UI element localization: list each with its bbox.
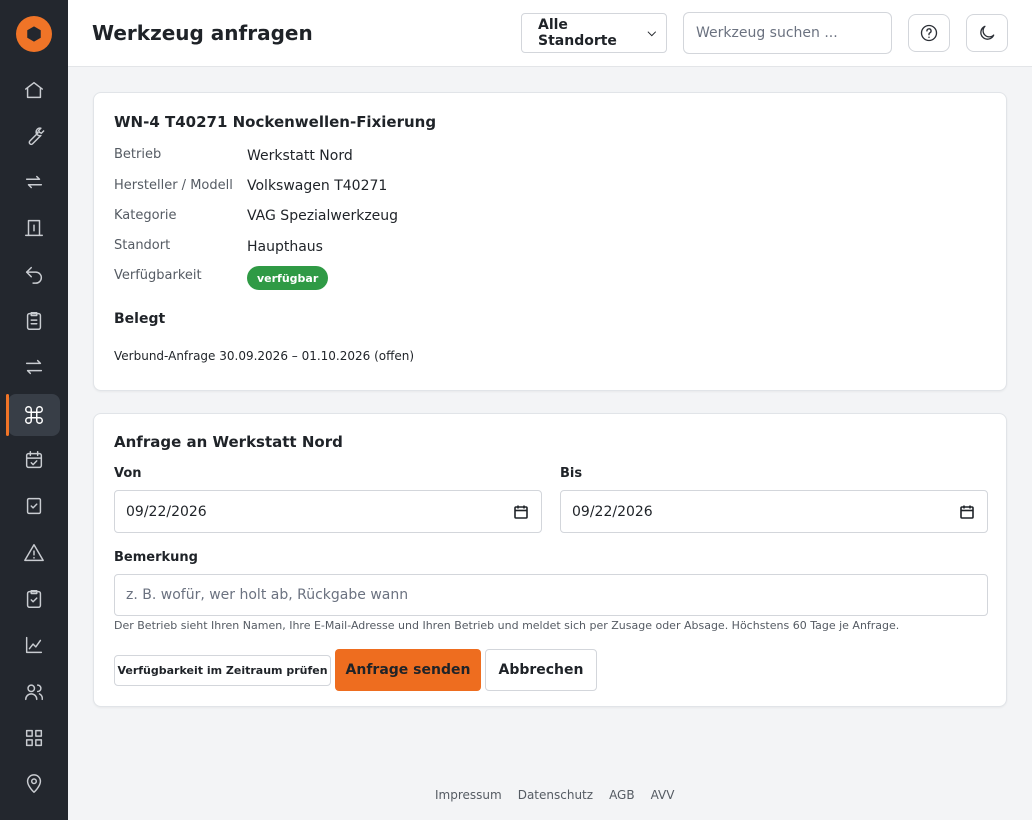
availability-badge: verfügbar [247, 266, 329, 290]
remark-input[interactable] [114, 574, 988, 616]
footer-link-datenschutz[interactable]: Datenschutz [518, 788, 593, 802]
sidebar-item-apps[interactable] [8, 717, 60, 759]
detail-label-manufacturer: Hersteller / Modell [114, 178, 233, 193]
page-title: Werkzeug anfragen [92, 21, 313, 45]
sidebar [0, 0, 68, 820]
from-label: Von [114, 466, 142, 481]
footer-link-agb[interactable]: AGB [609, 788, 635, 802]
to-date-input[interactable]: 09/22/2026 [560, 490, 988, 533]
sidebar-item-locations[interactable] [8, 763, 60, 805]
detail-label-location: Standort [114, 238, 171, 253]
tool-details-card: WN-4 T40271 Nockenwellen-Fixierung Betri… [93, 92, 1007, 391]
location-pin-icon [26, 774, 42, 793]
dark-mode-toggle[interactable] [966, 14, 1008, 52]
sidebar-item-checkout[interactable] [8, 207, 60, 249]
grid-icon [25, 729, 43, 747]
sidebar-item-transfer[interactable] [8, 346, 60, 388]
help-icon [920, 24, 938, 42]
help-button[interactable] [908, 14, 950, 52]
home-icon [25, 81, 43, 99]
sidebar-item-list[interactable] [8, 300, 60, 342]
sidebar-item-network[interactable] [6, 394, 60, 436]
users-icon [25, 684, 43, 701]
sidebar-item-calendar[interactable] [8, 439, 60, 481]
app-logo[interactable] [16, 16, 52, 52]
check-availability-button[interactable]: Verfügbarkeit im Zeitraum prüfen [114, 655, 331, 686]
checkout-icon [25, 219, 43, 237]
from-date-input[interactable]: 09/22/2026 [114, 490, 542, 533]
tool-title: WN-4 T40271 Nockenwellen-Fixierung [114, 113, 437, 131]
sidebar-item-swap[interactable] [8, 161, 60, 203]
footer-link-avv[interactable]: AVV [651, 788, 675, 802]
booking-entry: Verbund-Anfrage 30.09.2026 – 01.10.2026 … [114, 349, 415, 363]
location-select-value: Alle Standorte [538, 17, 617, 49]
detail-value-manufacturer: Volkswagen T40271 [247, 178, 388, 194]
command-icon [25, 406, 43, 424]
sidebar-item-tools[interactable] [8, 115, 60, 157]
chevron-down-icon: ⌵ [647, 26, 656, 39]
privacy-hint: Der Betrieb sieht Ihren Namen, Ihre E-Ma… [114, 619, 900, 632]
send-request-button[interactable]: Anfrage senden [335, 649, 481, 691]
warning-icon [24, 544, 44, 562]
detail-label-betrieb: Betrieb [114, 147, 162, 162]
footer: Impressum Datenschutz AGB AVV [435, 788, 674, 802]
request-title: Anfrage an Werkstatt Nord [114, 433, 343, 451]
cancel-button[interactable]: Abbrechen [485, 649, 597, 691]
search-input[interactable] [683, 12, 892, 54]
detail-value-location: Haupthaus [247, 239, 323, 255]
detail-label-category: Kategorie [114, 208, 177, 223]
request-form-card: Anfrage an Werkstatt Nord Von 09/22/2026… [93, 413, 1007, 707]
hexagon-logo-icon [27, 26, 41, 42]
checkbox-icon [26, 497, 42, 515]
remark-label: Bemerkung [114, 550, 198, 565]
transfer-icon [25, 359, 43, 375]
clipboard-list-icon [26, 312, 42, 330]
sidebar-item-tasks[interactable] [8, 485, 60, 527]
from-date-value: 09/22/2026 [126, 503, 207, 520]
to-date-value: 09/22/2026 [572, 503, 653, 520]
calendar-icon [514, 505, 528, 519]
moon-icon [980, 25, 995, 40]
swap-icon [25, 175, 43, 189]
footer-link-impressum[interactable]: Impressum [435, 788, 502, 802]
calendar-icon [960, 505, 974, 519]
calendar-check-icon [25, 451, 43, 469]
sidebar-item-users[interactable] [8, 671, 60, 713]
sidebar-item-checklist[interactable] [8, 578, 60, 620]
top-bar: Werkzeug anfragen Alle Standorte ⌵ [68, 0, 1032, 67]
location-select[interactable]: Alle Standorte ⌵ [521, 13, 667, 53]
detail-value-betrieb: Werkstatt Nord [247, 148, 353, 164]
sidebar-item-return[interactable] [8, 253, 60, 295]
clipboard-check-icon [26, 590, 42, 608]
to-label: Bis [560, 466, 583, 481]
booked-section-title: Belegt [114, 311, 166, 327]
detail-label-availability: Verfügbarkeit [114, 268, 202, 283]
chart-icon [25, 636, 43, 654]
detail-value-category: VAG Spezialwerkzeug [247, 208, 399, 224]
wrench-icon [28, 127, 45, 146]
sidebar-item-home[interactable] [8, 69, 60, 111]
return-icon [25, 266, 42, 284]
sidebar-item-warnings[interactable] [8, 532, 60, 574]
sidebar-item-stats[interactable] [8, 624, 60, 666]
